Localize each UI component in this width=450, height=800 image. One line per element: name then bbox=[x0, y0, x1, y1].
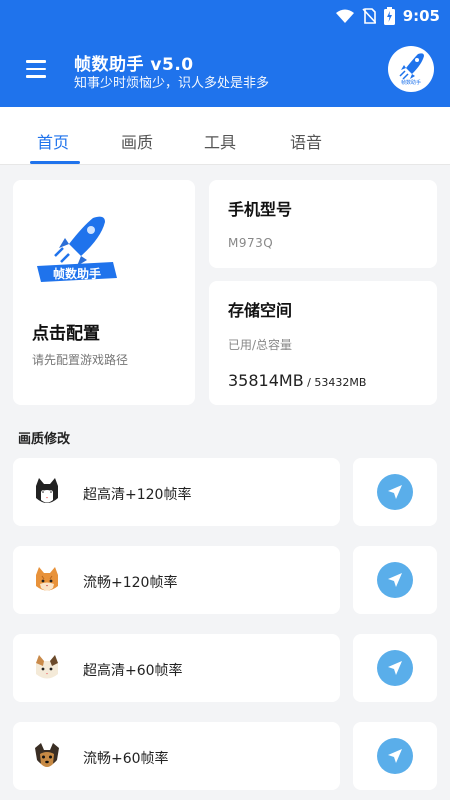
quality-item-label: 超高清+60帧率 bbox=[83, 663, 183, 679]
quality-item-uhd-120[interactable]: 超高清+120帧率 bbox=[13, 458, 340, 526]
cat-calico-icon bbox=[36, 655, 58, 679]
storage-used: 35814MB bbox=[228, 371, 304, 390]
quality-item-label: 流畅+120帧率 bbox=[83, 575, 178, 591]
send-icon bbox=[377, 562, 413, 598]
quality-item-label: 超高清+120帧率 bbox=[83, 487, 192, 503]
tab-home[interactable]: 首页 bbox=[37, 129, 69, 153]
tab-indicator bbox=[30, 161, 80, 164]
storage-label: 已用/总容量 bbox=[228, 338, 293, 352]
storage-title: 存储空间 bbox=[228, 301, 293, 320]
logo-text: 帧数助手 bbox=[52, 267, 101, 281]
status-bar: 9:05 bbox=[335, 6, 440, 26]
apply-button-smooth-120[interactable] bbox=[353, 546, 437, 614]
storage-value: 35814MB / 53432MB bbox=[228, 371, 366, 390]
tab-tools[interactable]: 工具 bbox=[204, 129, 236, 153]
quality-item-uhd-60[interactable]: 超高清+60帧率 bbox=[13, 634, 340, 702]
tab-voice[interactable]: 语音 bbox=[290, 129, 322, 153]
status-time: 9:05 bbox=[402, 7, 440, 25]
dog-yorkie-icon bbox=[35, 743, 59, 767]
avatar[interactable]: 帧数助手 bbox=[388, 46, 434, 92]
tab-quality[interactable]: 画质 bbox=[121, 129, 153, 153]
storage-total: / 53432MB bbox=[303, 376, 367, 389]
cat-black-white-icon bbox=[36, 478, 58, 503]
tab-bar: 首页 画质 工具 语音 bbox=[0, 107, 450, 165]
app-logo: 帧数助手 bbox=[33, 212, 123, 287]
cat-orange-icon bbox=[36, 567, 58, 591]
quality-item-smooth-60[interactable]: 流畅+60帧率 bbox=[13, 722, 340, 790]
config-title: 点击配置 bbox=[32, 324, 100, 344]
app-header: 9:05 帧数助手 v5.0 知事少时烦恼少，识人多处是非多 帧数助手 bbox=[0, 0, 450, 107]
send-icon bbox=[377, 474, 413, 510]
apply-button-uhd-120[interactable] bbox=[353, 458, 437, 526]
battery-charging-icon bbox=[383, 7, 395, 25]
menu-icon[interactable] bbox=[26, 60, 46, 78]
no-sim-icon bbox=[362, 8, 376, 24]
phone-model-value: M973Q bbox=[228, 236, 274, 250]
avatar-text: 帧数助手 bbox=[400, 80, 421, 86]
phone-model-card: 手机型号 M973Q bbox=[209, 180, 437, 268]
wifi-icon bbox=[335, 9, 354, 23]
phone-model-title: 手机型号 bbox=[228, 200, 293, 219]
quality-item-label: 流畅+60帧率 bbox=[83, 751, 169, 767]
config-card[interactable]: 帧数助手 点击配置 请先配置游戏路径 bbox=[13, 180, 195, 405]
send-icon bbox=[377, 738, 413, 774]
apply-button-smooth-60[interactable] bbox=[353, 722, 437, 790]
storage-card: 存储空间 已用/总容量 35814MB / 53432MB bbox=[209, 281, 437, 405]
quality-section-title: 画质修改 bbox=[18, 432, 71, 447]
quality-item-smooth-120[interactable]: 流畅+120帧率 bbox=[13, 546, 340, 614]
send-icon bbox=[377, 650, 413, 686]
config-desc: 请先配置游戏路径 bbox=[32, 353, 129, 367]
apply-button-uhd-60[interactable] bbox=[353, 634, 437, 702]
app-subtitle: 知事少时烦恼少，识人多处是非多 bbox=[74, 76, 270, 91]
